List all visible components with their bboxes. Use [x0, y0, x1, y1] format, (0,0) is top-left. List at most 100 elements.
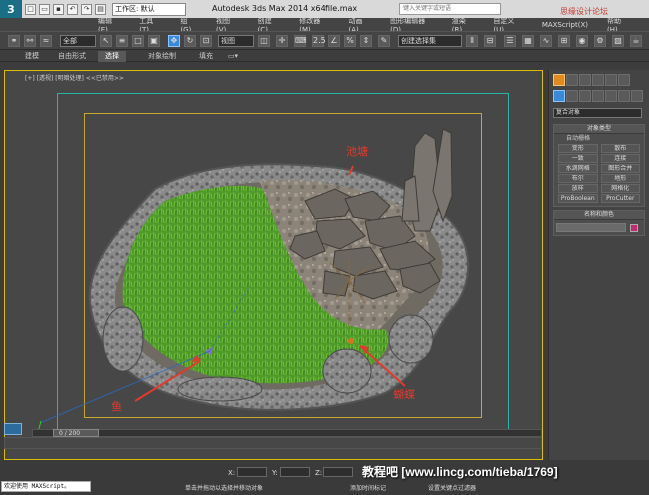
create-tab-icon[interactable] — [553, 74, 565, 86]
snaps-toggle-icon[interactable]: 2.5 — [312, 35, 326, 47]
geometry-icon[interactable] — [553, 90, 565, 102]
systems-icon[interactable] — [631, 90, 643, 102]
coord-z-label: Z: — [315, 469, 323, 477]
workspace-dropdown[interactable]: 工作区: 默认 — [112, 2, 186, 16]
proboolean-button[interactable]: ProBoolean — [558, 194, 598, 203]
layer-manager-icon[interactable]: ☰ — [504, 35, 516, 47]
display-tab-icon[interactable] — [605, 74, 617, 86]
file-name: file.max — [325, 4, 358, 13]
spinner-snap-icon[interactable]: ⇕ — [360, 35, 372, 47]
site-watermark: 思缘设计论坛 — [560, 7, 608, 16]
modify-tab-icon[interactable] — [566, 74, 578, 86]
reference-coord-dropdown[interactable]: 视图 — [218, 35, 254, 47]
ribbon-options-icon[interactable]: ▭▾ — [226, 51, 240, 62]
morph-button[interactable]: 变形 — [558, 144, 598, 153]
render-frame-icon[interactable]: ▧ — [612, 35, 624, 47]
command-panel-tabs — [553, 74, 631, 86]
track-bar[interactable] — [4, 437, 542, 449]
boolean-button[interactable]: 布尔 — [558, 174, 598, 183]
select-object-icon[interactable]: ↖ — [100, 35, 112, 47]
rect-region-icon[interactable]: □ — [132, 35, 144, 47]
render-setup-icon[interactable]: ⚙ — [594, 35, 606, 47]
tab-selection[interactable]: 选择 — [98, 51, 126, 62]
named-selection-dropdown[interactable]: 创建选择集 — [398, 35, 462, 47]
lights-icon[interactable] — [579, 90, 591, 102]
main-toolbar: ⚭ ⚯ ≈ 全部 ↖ ≡ □ ▣ ✥ ↻ ⊡ 视图 ◫ ✛ ⌨ 2.5 ∠ % … — [0, 31, 649, 49]
tab-freeform[interactable]: 自由形式 — [50, 51, 94, 62]
undo-icon[interactable]: ↶ — [67, 3, 78, 15]
object-category-dropdown[interactable]: 复合对象 — [553, 108, 642, 118]
selection-filter-dropdown[interactable]: 全部 — [60, 35, 96, 47]
menu-maxscript[interactable]: MAXScript(X) — [542, 21, 588, 29]
new-file-icon[interactable]: □ — [25, 3, 36, 15]
perspective-viewport[interactable]: [+] [透视] [明暗处理] <<已禁用>> 池塘 鱼 蝴蝶 — [4, 70, 543, 460]
object-color-swatch[interactable] — [630, 223, 638, 232]
coord-x-field[interactable] — [237, 467, 267, 477]
select-scale-icon[interactable]: ⊡ — [200, 35, 212, 47]
add-time-tag[interactable]: 添加时间标记 — [350, 483, 386, 492]
butterfly-annotation: 蝴蝶 — [393, 388, 415, 401]
mesher-button[interactable]: 网格化 — [600, 184, 640, 193]
terrain-button[interactable]: 地形 — [600, 174, 640, 183]
fish-annotation: 鱼 — [111, 400, 122, 413]
shapemerge-button[interactable]: 图形合并 — [600, 164, 640, 173]
rock-spires — [401, 128, 453, 232]
tab-object-paint[interactable]: 对象绘制 — [140, 51, 184, 62]
unlink-icon[interactable]: ⚯ — [24, 35, 36, 47]
hierarchy-tab-icon[interactable] — [579, 74, 591, 86]
motion-tab-icon[interactable] — [592, 74, 604, 86]
conform-button[interactable]: 一致 — [558, 154, 598, 163]
blobmesh-button[interactable]: 水滴网格 — [558, 164, 598, 173]
name-color-rollout: 名称和颜色 — [553, 210, 645, 236]
edit-named-sel-icon[interactable]: ✎ — [378, 35, 390, 47]
open-file-icon[interactable]: ▭ — [39, 3, 50, 15]
search-input[interactable]: 键入关键字或短语 — [399, 3, 501, 15]
cameras-icon[interactable] — [592, 90, 604, 102]
mini-listener-icon[interactable] — [4, 423, 22, 435]
select-manipulate-icon[interactable]: ✛ — [276, 35, 288, 47]
render-production-icon[interactable]: ☕ — [630, 35, 642, 47]
schematic-view-icon[interactable]: ⊞ — [558, 35, 570, 47]
graphite-toggle-icon[interactable]: ▦ — [522, 35, 534, 47]
tab-populate[interactable]: 填充 — [194, 51, 218, 62]
material-editor-icon[interactable]: ◉ — [576, 35, 588, 47]
curve-editor-icon[interactable]: ∿ — [540, 35, 552, 47]
butterfly-object — [348, 338, 354, 344]
scatter-button[interactable]: 散布 — [600, 144, 640, 153]
select-link-icon[interactable]: ⚭ — [8, 35, 20, 47]
app-logo-icon[interactable]: 3 — [0, 0, 22, 18]
loft-button[interactable]: 放样 — [558, 184, 598, 193]
time-slider[interactable]: 0 / 200 — [32, 429, 542, 437]
tab-modeling[interactable]: 建模 — [18, 51, 46, 62]
coord-y-field[interactable] — [280, 467, 310, 477]
app-title: Autodesk 3ds Max 2014 x64 — [212, 4, 326, 13]
object-type-header[interactable]: 对象类型 — [554, 125, 644, 134]
redo-icon[interactable]: ↷ — [81, 3, 92, 15]
autogrid-checkbox[interactable]: 自动栅格 — [554, 134, 644, 143]
mirror-icon[interactable]: ⫴ — [466, 35, 478, 47]
shapes-icon[interactable] — [566, 90, 578, 102]
connect-button[interactable]: 连接 — [600, 154, 640, 163]
bind-spacewarp-icon[interactable]: ≈ — [40, 35, 52, 47]
save-file-icon[interactable]: ▪ — [53, 3, 64, 15]
ribbon-tabs: 建模 自由形式 选择 对象绘制 填充 ▭▾ — [0, 49, 649, 62]
set-key-filters[interactable]: 设置关键点过滤器 — [428, 483, 476, 492]
object-name-input[interactable] — [556, 223, 626, 232]
align-icon[interactable]: ⊟ — [484, 35, 496, 47]
name-color-header[interactable]: 名称和颜色 — [554, 211, 644, 220]
pivot-center-icon[interactable]: ◫ — [258, 35, 270, 47]
select-by-name-icon[interactable]: ≡ — [116, 35, 128, 47]
angle-snap-icon[interactable]: ∠ — [328, 35, 340, 47]
maxscript-listener[interactable]: 欢迎使用 MAXScript。 — [1, 481, 91, 492]
select-rotate-icon[interactable]: ↻ — [184, 35, 196, 47]
spacewarps-icon[interactable] — [618, 90, 630, 102]
window-crossing-icon[interactable]: ▣ — [148, 35, 160, 47]
percent-snap-icon[interactable]: % — [344, 35, 356, 47]
coord-z-field[interactable] — [323, 467, 353, 477]
helpers-icon[interactable] — [605, 90, 617, 102]
project-folder-icon[interactable]: ▤ — [95, 3, 106, 15]
keyboard-shortcut-icon[interactable]: ⌨ — [294, 35, 307, 47]
select-move-icon[interactable]: ✥ — [168, 35, 180, 47]
utilities-tab-icon[interactable] — [618, 74, 630, 86]
procutter-button[interactable]: ProCutter — [600, 194, 640, 203]
